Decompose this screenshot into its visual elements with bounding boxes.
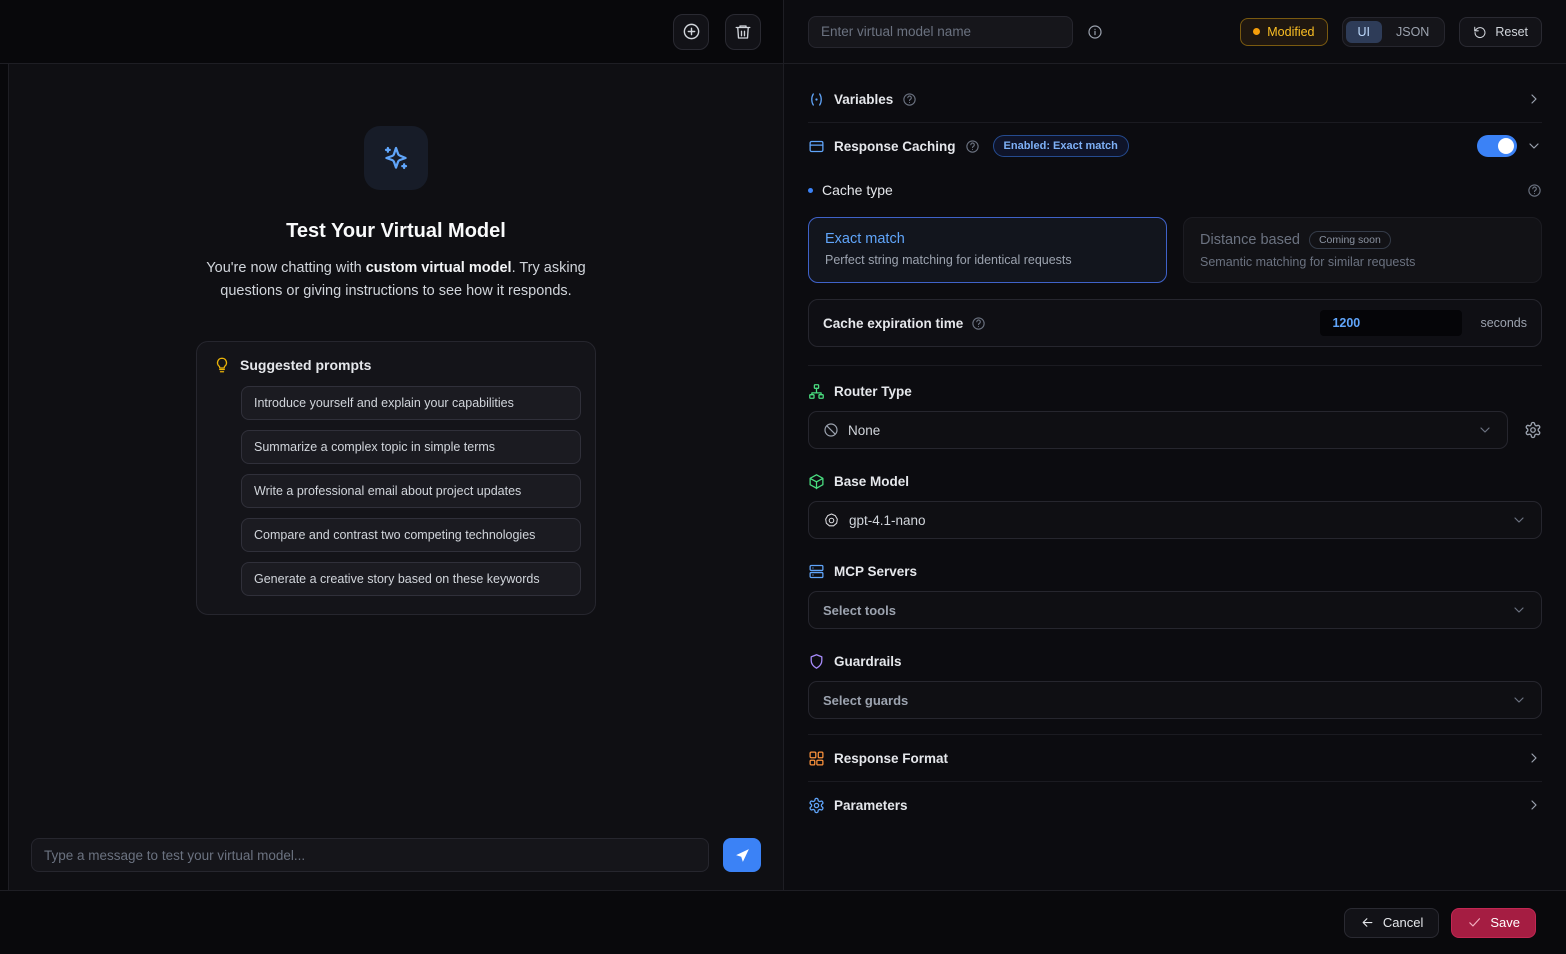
clear-chat-button[interactable] <box>725 14 761 50</box>
help-icon[interactable] <box>902 92 917 107</box>
suggested-prompts-card: Suggested prompts Introduce yourself and… <box>196 341 596 615</box>
lightbulb-icon <box>213 356 231 374</box>
servers-icon <box>808 563 825 580</box>
prompt-button[interactable]: Introduce yourself and explain your capa… <box>241 386 581 420</box>
base-model-select[interactable]: gpt-4.1-nano <box>808 501 1542 539</box>
check-icon <box>1467 915 1482 930</box>
openai-logo-icon <box>823 512 840 529</box>
config-scroll: Variables Response Caching Enabled: Exac… <box>784 64 1566 890</box>
info-icon[interactable] <box>1087 24 1103 40</box>
prompt-button[interactable]: Summarize a complex topic in simple term… <box>241 430 581 464</box>
chat-title: Test Your Virtual Model <box>286 220 506 243</box>
chat-panel: Test Your Virtual Model You're now chatt… <box>0 0 783 890</box>
help-icon[interactable] <box>1527 183 1542 198</box>
caching-status-badge: Enabled: Exact match <box>993 135 1129 157</box>
chat-subtitle: You're now chatting with custom virtual … <box>181 257 611 303</box>
cache-option-distance-based[interactable]: Distance based Coming soon Semantic matc… <box>1183 217 1542 283</box>
chevron-right-icon <box>1526 797 1542 813</box>
gear-icon <box>1524 421 1542 439</box>
prompt-button[interactable]: Generate a creative story based on these… <box>241 562 581 596</box>
chat-toolbar <box>0 0 783 64</box>
sparkles-icon <box>381 143 411 173</box>
view-toggle: UI JSON <box>1342 17 1446 47</box>
prompt-list: Introduce yourself and explain your capa… <box>241 386 579 596</box>
cache-expiration-unit: seconds <box>1480 316 1527 330</box>
view-toggle-ui[interactable]: UI <box>1346 21 1383 43</box>
save-button[interactable]: Save <box>1451 908 1536 938</box>
section-router-type: Router Type None <box>808 366 1542 456</box>
config-header: Modified UI JSON Reset <box>784 0 1566 64</box>
guardrails-select[interactable]: Select guards <box>808 681 1542 719</box>
section-response-caching[interactable]: Response Caching Enabled: Exact match <box>808 123 1542 169</box>
trash-icon <box>734 23 752 41</box>
cache-option-exact-match[interactable]: Exact match Perfect string matching for … <box>808 217 1167 283</box>
shield-icon <box>808 653 825 670</box>
chevron-down-icon <box>1477 422 1493 438</box>
chevron-down-icon <box>1526 138 1542 154</box>
coming-soon-badge: Coming soon <box>1309 231 1391 249</box>
section-response-format[interactable]: Response Format <box>808 735 1542 781</box>
response-caching-toggle[interactable] <box>1477 135 1517 157</box>
main-area: Test Your Virtual Model You're now chatt… <box>0 0 1566 890</box>
router-icon <box>808 383 825 400</box>
chevron-right-icon <box>1526 91 1542 107</box>
arrow-left-icon <box>1360 915 1375 930</box>
new-chat-button[interactable] <box>673 14 709 50</box>
chevron-down-icon <box>1511 692 1527 708</box>
section-mcp-servers: MCP Servers Select tools <box>808 546 1542 636</box>
chevron-down-icon <box>1511 602 1527 618</box>
help-icon[interactable] <box>965 139 980 154</box>
send-icon <box>734 847 751 864</box>
plus-circle-icon <box>682 22 701 41</box>
variables-icon <box>808 91 825 108</box>
prompt-button[interactable]: Compare and contrast two competing techn… <box>241 518 581 552</box>
section-base-model: Base Model gpt-4.1-nano <box>808 456 1542 546</box>
prompt-button[interactable]: Write a professional email about project… <box>241 474 581 508</box>
cancel-button[interactable]: Cancel <box>1344 908 1439 938</box>
app: Test Your Virtual Model You're now chatt… <box>0 0 1566 954</box>
parameters-gear-icon <box>808 797 825 814</box>
view-toggle-json[interactable]: JSON <box>1384 21 1441 43</box>
bullet-icon <box>808 188 813 193</box>
router-type-select[interactable]: None <box>808 411 1508 449</box>
reset-icon <box>1473 25 1487 39</box>
suggested-prompts-title: Suggested prompts <box>240 357 371 373</box>
router-settings-button[interactable] <box>1524 421 1542 439</box>
chat-message-input[interactable] <box>31 838 709 872</box>
send-button[interactable] <box>723 838 761 872</box>
mcp-servers-select[interactable]: Select tools <box>808 591 1542 629</box>
cache-type-options: Exact match Perfect string matching for … <box>808 217 1542 283</box>
section-parameters[interactable]: Parameters <box>808 782 1542 828</box>
section-guardrails: Guardrails Select guards <box>808 636 1542 726</box>
cache-expiration-row: Cache expiration time seconds <box>808 299 1542 347</box>
base-model-icon <box>808 473 825 490</box>
config-panel: Modified UI JSON Reset Variables <box>783 0 1566 890</box>
reset-button[interactable]: Reset <box>1459 17 1542 47</box>
chat-input-row <box>9 838 783 890</box>
help-icon[interactable] <box>971 316 986 331</box>
model-name-input[interactable] <box>808 16 1073 48</box>
none-icon <box>823 422 839 438</box>
cache-icon <box>808 138 825 155</box>
layout-icon <box>808 750 825 767</box>
suggested-prompts-header: Suggested prompts <box>213 356 579 374</box>
cache-expiration-input[interactable] <box>1320 310 1462 336</box>
chevron-right-icon <box>1526 750 1542 766</box>
sparkles-badge <box>364 126 428 190</box>
chat-body: Test Your Virtual Model You're now chatt… <box>8 64 783 890</box>
cache-type-header: Cache type <box>808 169 1542 211</box>
modified-badge: Modified <box>1240 18 1327 46</box>
section-variables[interactable]: Variables <box>808 76 1542 122</box>
chevron-down-icon <box>1511 512 1527 528</box>
modified-dot-icon <box>1253 28 1260 35</box>
footer-bar: Cancel Save <box>0 890 1566 954</box>
